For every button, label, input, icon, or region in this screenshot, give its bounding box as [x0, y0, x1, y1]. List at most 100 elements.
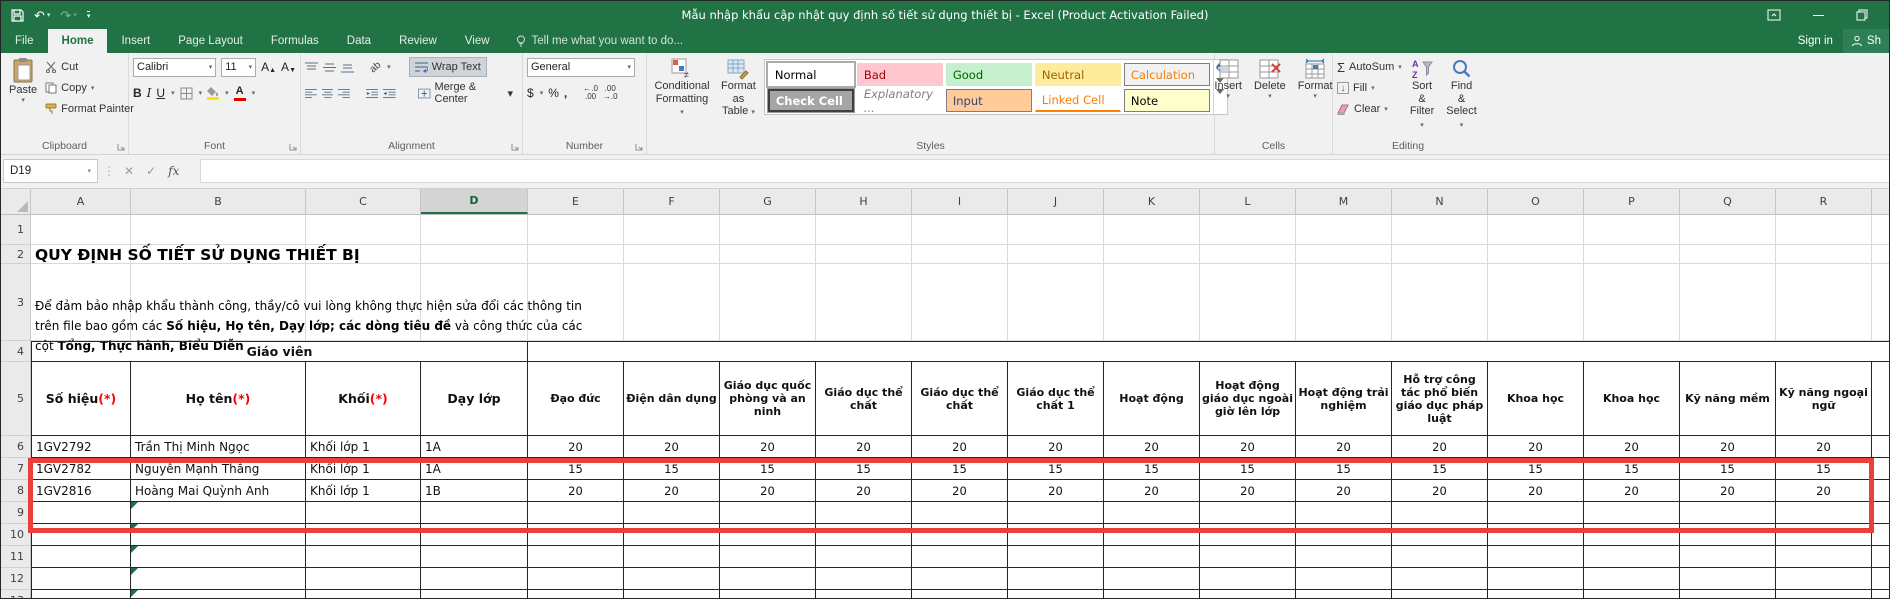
- currency-button[interactable]: $: [527, 86, 534, 100]
- shrink-font-button[interactable]: A▼: [281, 60, 296, 74]
- column-header-N[interactable]: N: [1392, 189, 1488, 214]
- cell-clip6[interactable]: [1872, 436, 1890, 458]
- autosum-button[interactable]: Σ AutoSum▾: [1337, 58, 1402, 76]
- cell-K11[interactable]: [1104, 546, 1200, 568]
- column-header-R[interactable]: R: [1776, 189, 1872, 214]
- cell-H13[interactable]: [816, 590, 912, 599]
- cell-M3[interactable]: [1296, 264, 1392, 341]
- cell-E2[interactable]: [528, 245, 624, 264]
- cell-clip12[interactable]: [1872, 568, 1890, 590]
- cell-J3[interactable]: [1008, 264, 1104, 341]
- row-header-5[interactable]: 5: [1, 362, 31, 436]
- cell-P2[interactable]: [1584, 245, 1680, 264]
- conditional-formatting-button[interactable]: ≠ Conditional Formatting ▾: [651, 56, 713, 137]
- cell-Q3[interactable]: [1680, 264, 1776, 341]
- format-painter-button[interactable]: Format Painter: [45, 100, 134, 118]
- cell-C6[interactable]: Khối lớp 1: [306, 436, 421, 458]
- cell-Q1[interactable]: [1680, 215, 1776, 245]
- cell-P11[interactable]: [1584, 546, 1680, 568]
- alignment-dialog-launcher[interactable]: [511, 143, 519, 151]
- header-cell-M5[interactable]: Hoạt động trải nghiệm: [1296, 362, 1392, 436]
- row-header-10[interactable]: 10: [1, 524, 31, 546]
- cell-group-header-empty[interactable]: [528, 341, 1890, 362]
- cell-P13[interactable]: [1584, 590, 1680, 599]
- italic-button[interactable]: I: [147, 86, 152, 100]
- cell-D6[interactable]: 1A: [421, 436, 528, 458]
- cell-K2[interactable]: [1104, 245, 1200, 264]
- style-tile-check-cell[interactable]: Check Cell: [768, 89, 854, 112]
- header-cell-F5[interactable]: Điện dân dụng: [624, 362, 720, 436]
- cell-clip3[interactable]: [1872, 264, 1890, 341]
- cell-J1[interactable]: [1008, 215, 1104, 245]
- header-cell-C5[interactable]: Khối (*): [306, 362, 421, 436]
- cell-F1[interactable]: [624, 215, 720, 245]
- cell-J13[interactable]: [1008, 590, 1104, 599]
- cell-N12[interactable]: [1392, 568, 1488, 590]
- header-cell-E5[interactable]: Đạo đức: [528, 362, 624, 436]
- cell-N1[interactable]: [1392, 215, 1488, 245]
- insert-function-button[interactable]: fx: [168, 164, 179, 178]
- cell-Q2[interactable]: [1680, 245, 1776, 264]
- insert-cells-button[interactable]: Insert▾: [1210, 56, 1246, 137]
- tab-formulas[interactable]: Formulas: [257, 29, 333, 53]
- cell-F12[interactable]: [624, 568, 720, 590]
- cell-Q11[interactable]: [1680, 546, 1776, 568]
- header-cell-L5[interactable]: Hoạt động giáo dục ngoài giờ lên lớp: [1200, 362, 1296, 436]
- cell-R2[interactable]: [1776, 245, 1872, 264]
- cell-E11[interactable]: [528, 546, 624, 568]
- ribbon-display-options-button[interactable]: [1765, 6, 1783, 24]
- column-header-J[interactable]: J: [1008, 189, 1104, 214]
- style-tile-calculation[interactable]: Calculation: [1124, 63, 1210, 86]
- style-tile-normal[interactable]: Normal: [768, 63, 854, 86]
- cell-K1[interactable]: [1104, 215, 1200, 245]
- format-cells-button[interactable]: Format▾: [1294, 56, 1337, 137]
- enter-icon[interactable]: ✓: [146, 164, 156, 178]
- cell-M2[interactable]: [1296, 245, 1392, 264]
- bold-button[interactable]: B: [133, 86, 142, 100]
- font-size-select[interactable]: 11▾: [221, 58, 256, 77]
- cell-R12[interactable]: [1776, 568, 1872, 590]
- cell-clip1[interactable]: [1872, 215, 1890, 245]
- cell-H11[interactable]: [816, 546, 912, 568]
- row-header-12[interactable]: 12: [1, 568, 31, 590]
- tab-home[interactable]: Home: [48, 29, 108, 53]
- save-button[interactable]: [11, 9, 24, 22]
- cell-O13[interactable]: [1488, 590, 1584, 599]
- cell-I3[interactable]: [912, 264, 1008, 341]
- cell-L13[interactable]: [1200, 590, 1296, 599]
- font-dialog-launcher[interactable]: [289, 143, 297, 151]
- cell-A1[interactable]: [31, 215, 131, 245]
- column-header-M[interactable]: M: [1296, 189, 1392, 214]
- cell-K3[interactable]: [1104, 264, 1200, 341]
- cell-L12[interactable]: [1200, 568, 1296, 590]
- grow-font-button[interactable]: A▲: [261, 60, 276, 74]
- cell-O3[interactable]: [1488, 264, 1584, 341]
- cell-L3[interactable]: [1200, 264, 1296, 341]
- cell-group-header-giao-vien[interactable]: Giáo viên: [31, 341, 528, 362]
- cell-clip9[interactable]: [1872, 502, 1890, 524]
- cell-B13[interactable]: [131, 590, 306, 599]
- cell-I2[interactable]: [912, 245, 1008, 264]
- row-header-9[interactable]: 9: [1, 502, 31, 524]
- cell-K12[interactable]: [1104, 568, 1200, 590]
- merge-center-button[interactable]: Merge & Center▾: [413, 83, 518, 103]
- font-name-select[interactable]: Calibri▾: [133, 58, 216, 77]
- minimize-button[interactable]: [1809, 6, 1827, 24]
- decrease-decimal-button[interactable]: .00→.0: [603, 85, 618, 101]
- cell-B6[interactable]: Trần Thị Minh Ngọc: [131, 436, 306, 458]
- cell-A13[interactable]: [31, 590, 131, 599]
- header-cell-A5[interactable]: Số hiệu (*): [31, 362, 131, 436]
- cell-R1[interactable]: [1776, 215, 1872, 245]
- cell-M6[interactable]: 20: [1296, 436, 1392, 458]
- header-cell-Q5[interactable]: Kỹ năng mềm: [1680, 362, 1776, 436]
- cell-G3[interactable]: [720, 264, 816, 341]
- paste-button[interactable]: Paste▾: [5, 56, 41, 137]
- column-header-P[interactable]: P: [1584, 189, 1680, 214]
- header-cell-B5[interactable]: Họ tên (*): [131, 362, 306, 436]
- cell-O6[interactable]: 20: [1488, 436, 1584, 458]
- tab-page-layout[interactable]: Page Layout: [164, 29, 257, 53]
- cell-A6[interactable]: 1GV2792: [31, 436, 131, 458]
- number-format-select[interactable]: General▾: [527, 58, 635, 77]
- cell-clip10[interactable]: [1872, 524, 1890, 546]
- cell-D11[interactable]: [421, 546, 528, 568]
